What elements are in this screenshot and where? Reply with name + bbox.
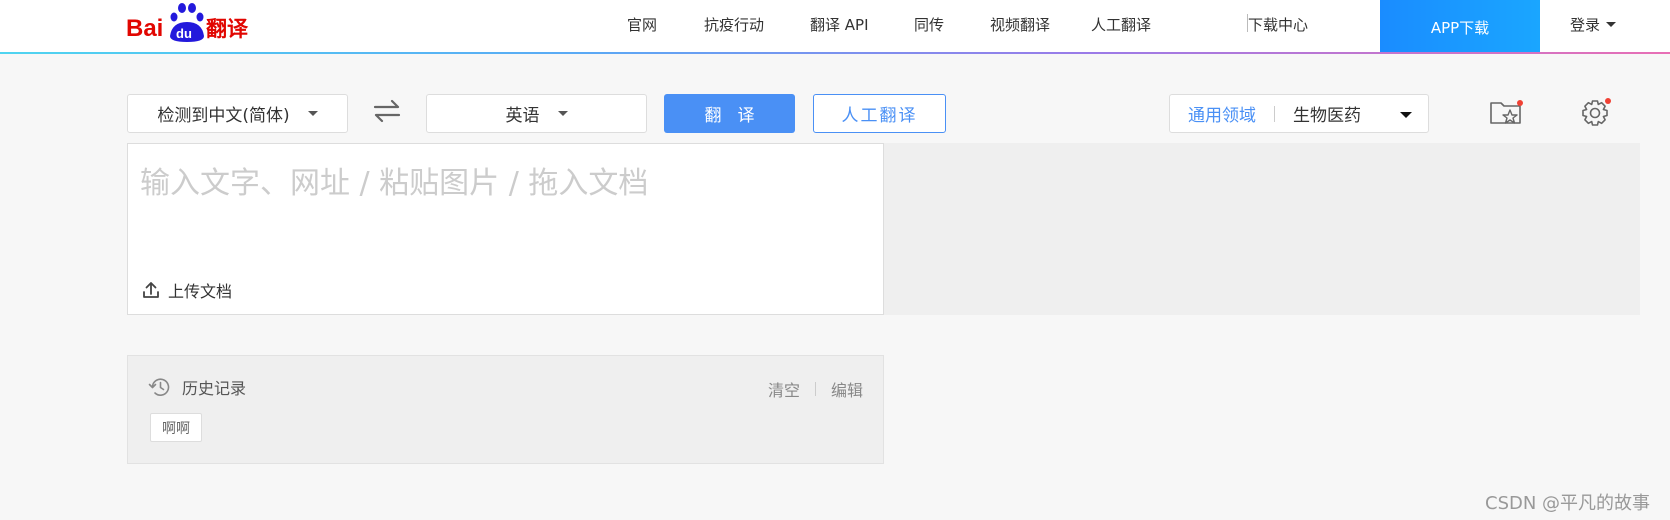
favorites-folder-icon[interactable] [1488,97,1524,131]
history-clock-icon [148,378,170,396]
login-label: 登录 [1570,16,1601,34]
app-download-button[interactable]: APP下载 [1380,0,1540,54]
history-edit-button[interactable]: 编辑 [831,377,863,401]
target-language-select[interactable]: 英语 [426,94,647,133]
human-translate-button[interactable]: 人工翻译 [813,94,946,133]
baidu-fanyi-logo[interactable]: Bai du 翻译 [126,2,252,46]
nav-download-center[interactable]: 下载中心 [1248,14,1308,35]
nav-translate-api[interactable]: 翻译 API [810,14,869,35]
svg-text:Bai: Bai [126,15,163,42]
svg-text:du: du [176,26,192,41]
nav-official-site[interactable]: 官网 [627,14,657,35]
swap-languages-icon[interactable] [372,98,402,124]
notification-dot [1517,100,1523,106]
source-language-label: 检测到中文(简体) [157,106,290,126]
notification-dot [1605,98,1611,104]
domain-general-label[interactable]: 通用领域 [1188,101,1256,126]
nav-anti-epidemic[interactable]: 抗疫行动 [704,14,764,35]
target-language-label: 英语 [505,106,540,126]
settings-gear-icon[interactable] [1580,97,1612,131]
history-title: 历史记录 [182,379,247,398]
history-header: 历史记录 [148,375,246,399]
chevron-down-icon [557,111,568,116]
upload-document-button[interactable]: 上传文档 [142,278,232,302]
svg-text:翻译: 翻译 [206,17,249,41]
history-actions: 清空 编辑 [768,377,863,401]
nav-human-translation[interactable]: 人工翻译 [1091,14,1151,35]
history-panel: 历史记录 清空 编辑 啊啊 [127,355,884,464]
upload-document-label: 上传文档 [168,282,233,301]
chevron-down-icon [1400,112,1412,118]
translate-button[interactable]: 翻译 [664,94,795,133]
history-clear-button[interactable]: 清空 [768,377,800,401]
source-language-select[interactable]: 检测到中文(简体) [127,94,348,133]
top-nav-bar: Bai du 翻译 官网 抗疫行动 翻译 API 同传 视频翻译 人工翻译 下载… [0,0,1670,54]
chevron-down-icon [1606,22,1617,27]
nav-video-translation[interactable]: 视频翻译 [990,14,1050,35]
history-actions-divider [814,382,816,396]
source-text-placeholder[interactable]: 输入文字、网址 / 粘贴图片 / 拖入文档 [140,158,648,202]
translation-output-panel [884,143,1640,315]
nav-simultaneous[interactable]: 同传 [914,14,944,35]
login-menu[interactable]: 登录 [1570,14,1617,35]
csdn-watermark: CSDN @平凡的故事 [1485,493,1651,514]
header-gradient-line [0,52,1670,54]
domain-selected-label: 生物医药 [1293,106,1361,126]
domain-select[interactable]: 通用领域 生物医药 [1169,94,1429,133]
chevron-down-icon [307,111,318,116]
domain-divider [1274,105,1275,122]
source-text-panel[interactable]: 输入文字、网址 / 粘贴图片 / 拖入文档 上传文档 [127,143,884,315]
upload-icon [143,282,159,298]
history-item[interactable]: 啊啊 [150,413,202,442]
